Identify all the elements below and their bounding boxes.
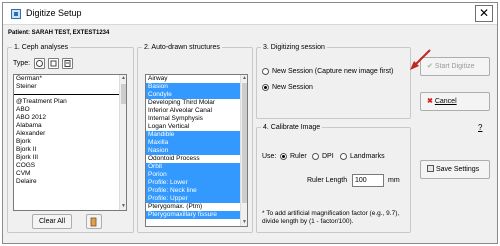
ceph-analysis-item[interactable]: Steiner	[14, 83, 126, 91]
ruler-label: Ruler	[290, 153, 307, 160]
radio-indicator[interactable]	[262, 68, 269, 75]
scroll-down-icon[interactable]: ▼	[241, 219, 247, 226]
start-digitize-label: Start Digitize	[434, 63, 475, 70]
type-report-icon-button[interactable]	[62, 58, 73, 69]
structure-item[interactable]: Profile: Neck line	[146, 187, 247, 195]
scroll-down-icon[interactable]: ▼	[120, 203, 126, 210]
structure-item[interactable]: Profile: Lower	[146, 179, 247, 187]
cancel-label: Cancel	[434, 98, 457, 105]
ceph-analysis-item[interactable]: COGS	[14, 162, 126, 170]
ruler-radio[interactable]: Ruler	[280, 153, 307, 160]
type-ceph-icon-button[interactable]	[34, 58, 45, 69]
structure-item[interactable]: Basion	[146, 83, 247, 91]
digitizing-session-group: 3. Digitizing session New Session (Captu…	[256, 43, 411, 119]
app-icon	[11, 9, 21, 19]
digitize-setup-window: Digitize Setup ✕ Patient: SARAH TEST, EX…	[2, 2, 498, 244]
ceph-analysis-item[interactable]: Delaire	[14, 178, 126, 186]
window-title: Digitize Setup	[26, 8, 82, 18]
digitizing-session-label: 3. Digitizing session	[261, 43, 327, 52]
save-icon	[427, 165, 434, 172]
radio-indicator[interactable]	[280, 153, 287, 160]
clear-all-button[interactable]: Clear All	[32, 214, 72, 229]
close-button[interactable]: ✕	[475, 5, 493, 22]
structure-item[interactable]: Pterygomax. (Ptm)	[146, 203, 247, 211]
new-session-capture-radio[interactable]: New Session (Capture new image first)	[262, 68, 393, 75]
cancel-button[interactable]: ✖ Cancel	[420, 92, 490, 111]
ceph-analysis-item[interactable]: Bjork	[14, 138, 126, 146]
ruler-length-label: Ruler Length	[307, 177, 348, 184]
scroll-thumb[interactable]	[242, 83, 247, 203]
teeth-icon	[50, 60, 57, 67]
new-session-label: New Session	[272, 84, 313, 91]
title-bar: Digitize Setup ✕	[3, 3, 497, 25]
calibrate-image-label: 4. Calibrate Image	[261, 123, 323, 132]
structure-item[interactable]: Nasion	[146, 147, 247, 155]
ceph-analysis-item[interactable]: Bjork II	[14, 146, 126, 154]
structure-item[interactable]: Developing Third Molar	[146, 99, 247, 107]
ceph-analysis-item[interactable]: ABO	[14, 106, 126, 114]
eraser-button[interactable]	[86, 214, 102, 229]
structures-list-scrollbar[interactable]: ▲ ▼	[240, 75, 247, 226]
use-label: Use:	[262, 153, 277, 160]
magnification-note: * To add artificial magnification factor…	[262, 210, 400, 225]
patient-label: Patient: SARAH TEST, EXTEST1234	[8, 30, 110, 36]
dpi-radio[interactable]: DPI	[312, 153, 334, 160]
ceph-list-scrollbar[interactable]: ▲ ▼	[119, 75, 126, 210]
ceph-analyses-label: 1. Ceph analyses	[12, 43, 71, 52]
ceph-analysis-item[interactable]: @Treatment Plan	[14, 98, 126, 106]
type-teeth-icon-button[interactable]	[48, 58, 59, 69]
radio-indicator[interactable]	[340, 153, 347, 160]
structure-item[interactable]: Pterygomaxillary fissure	[146, 211, 247, 219]
calibrate-image-group: 4. Calibrate Image Use: Ruler DPI Landma…	[256, 123, 411, 233]
structure-item[interactable]: Internal Symphysis	[146, 115, 247, 123]
structure-item[interactable]: Porion	[146, 171, 247, 179]
new-session-radio[interactable]: New Session	[262, 84, 313, 91]
structure-item[interactable]: Odontoid Process	[146, 155, 247, 163]
landmarks-radio[interactable]: Landmarks	[340, 153, 385, 160]
ruler-unit-label: mm	[388, 177, 400, 184]
ceph-analysis-item[interactable]: Alabama	[14, 122, 126, 130]
cancel-x-icon: ✖	[427, 98, 433, 105]
ceph-analysis-item[interactable]: CVM	[14, 170, 126, 178]
dpi-label: DPI	[322, 153, 334, 160]
structure-item[interactable]: Condyle	[146, 91, 247, 99]
structure-item[interactable]: Mandible	[146, 131, 247, 139]
structure-item[interactable]: Logan Vertical	[146, 123, 247, 131]
eraser-icon	[90, 217, 97, 227]
structures-list[interactable]: Airway Basion Condyle Developing Third Mola…	[145, 74, 248, 227]
structure-item[interactable]: Airway	[146, 75, 247, 83]
save-settings-button[interactable]: Save Settings	[420, 160, 490, 179]
ceph-analyses-list[interactable]: German* Steiner @Treatment Plan ABO ABO 2012…	[13, 74, 127, 211]
structure-item[interactable]: Orbit	[146, 163, 247, 171]
structure-item[interactable]: Profile: Upper	[146, 195, 247, 203]
auto-drawn-structures-label: 2. Auto-drawn structures	[142, 43, 222, 52]
ruler-length-input[interactable]: 100	[352, 174, 384, 187]
save-settings-label: Save Settings	[435, 166, 480, 173]
help-link[interactable]: ?	[478, 123, 482, 132]
ceph-analysis-item[interactable]: German*	[14, 75, 126, 83]
ceph-analysis-item[interactable]: Alexander	[14, 130, 126, 138]
scroll-up-icon[interactable]: ▲	[120, 75, 126, 82]
structure-item[interactable]: Inferior Alveolar Canal	[146, 107, 247, 115]
scroll-up-icon[interactable]: ▲	[241, 75, 247, 82]
ceph-head-icon	[36, 60, 43, 67]
ceph-analysis-item[interactable]: ABO 2012	[14, 114, 126, 122]
landmarks-label: Landmarks	[350, 153, 385, 160]
radio-indicator[interactable]	[312, 153, 319, 160]
ceph-analysis-item[interactable]: Bjork III	[14, 154, 126, 162]
auto-drawn-structures-group: 2. Auto-drawn structures Airway Basion Con…	[137, 43, 253, 233]
report-icon	[64, 60, 71, 67]
red-arrow-icon	[410, 49, 431, 70]
new-session-capture-label: New Session (Capture new image first)	[272, 68, 394, 75]
radio-indicator[interactable]	[262, 84, 269, 91]
ceph-analyses-group: 1. Ceph analyses Type: German* Steiner @Tr…	[7, 43, 134, 233]
scroll-thumb[interactable]	[121, 84, 126, 104]
structure-item[interactable]: Maxilla	[146, 139, 247, 147]
list-separator	[14, 94, 124, 95]
type-label: Type:	[13, 60, 31, 67]
